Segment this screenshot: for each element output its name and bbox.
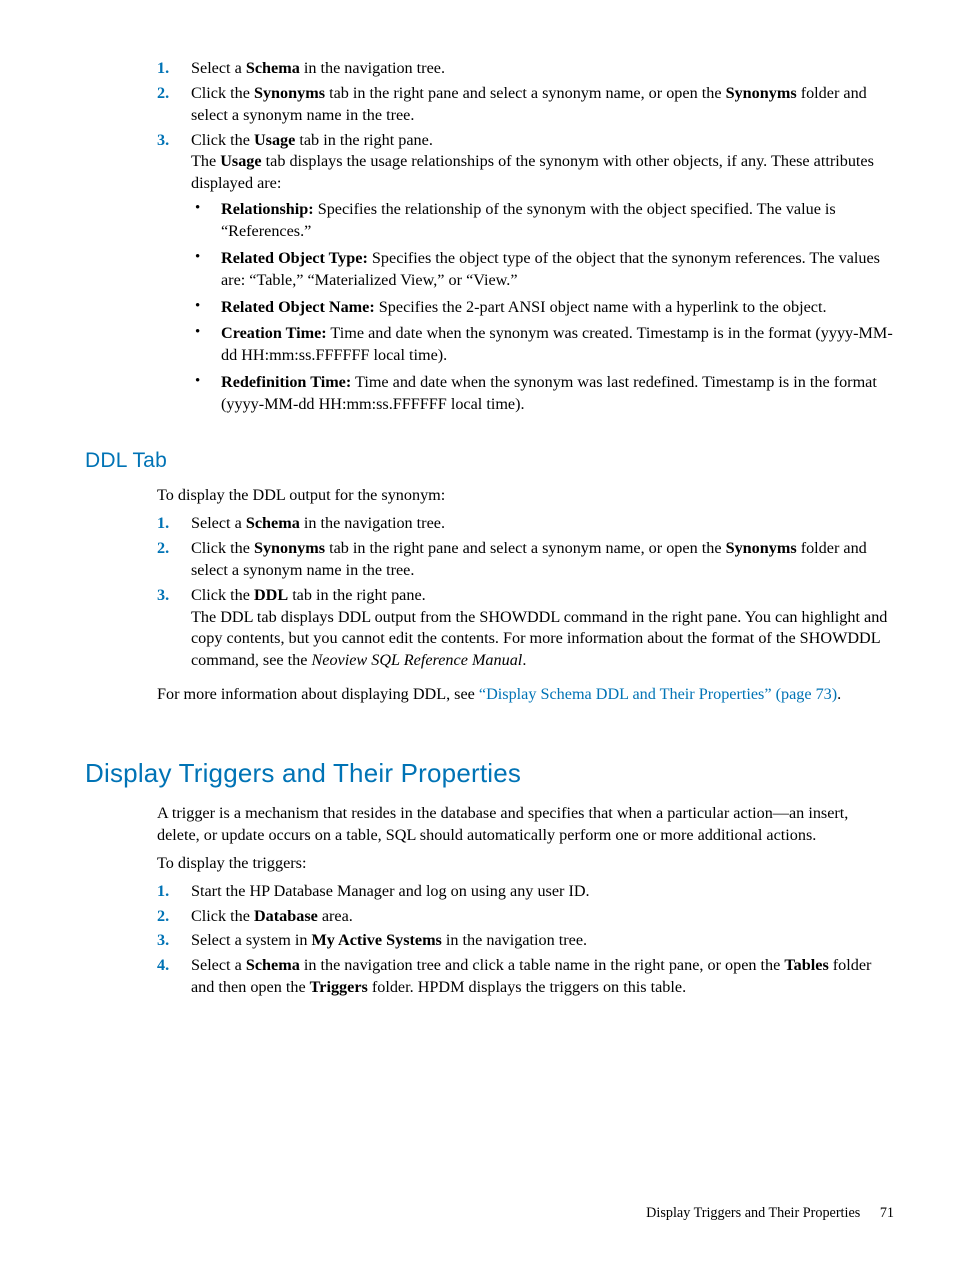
list-item-body: Click the Usage tab in the right pane.Th… [191,130,894,421]
list-item: 1.Select a Schema in the navigation tree… [157,58,894,80]
list-item: 4.Select a Schema in the navigation tree… [157,955,894,999]
list-number: 2. [157,538,191,560]
link-display-schema-ddl[interactable]: “Display Schema DDL and Their Properties… [479,685,837,703]
footer-page-number: 71 [880,1205,894,1221]
bullet-icon: • [191,323,221,343]
bullet-icon: • [191,372,221,392]
list-number: 4. [157,955,191,977]
list-number: 2. [157,83,191,105]
list-number: 2. [157,906,191,928]
list-number: 3. [157,930,191,952]
list-item: 3.Select a system in My Active Systems i… [157,930,894,952]
list-item-body: Select a Schema in the navigation tree. [191,58,894,80]
bullet-icon: • [191,248,221,268]
list-item-body: Click the Database area. [191,906,894,928]
list-number: 3. [157,585,191,607]
list-item: 3.Click the DDL tab in the right pane.Th… [157,585,894,672]
ordered-list-ddl: 1.Select a Schema in the navigation tree… [157,513,894,672]
page-footer: Display Triggers and Their Properties 71 [646,1204,894,1223]
list-item: 3.Click the Usage tab in the right pane.… [157,130,894,421]
list-item-body: Click the Synonyms tab in the right pane… [191,538,894,582]
footer-title: Display Triggers and Their Properties [646,1205,860,1221]
list-item-body: Select a system in My Active Systems in … [191,930,894,952]
list-item-body: Start the HP Database Manager and log on… [191,881,894,903]
ordered-list-triggers: 1.Start the HP Database Manager and log … [157,881,894,999]
list-number: 3. [157,130,191,152]
bullet-icon: • [191,199,221,219]
list-item-body: Click the Synonyms tab in the right pane… [191,83,894,127]
bullet-item: •Creation Time: Time and date when the s… [191,323,894,367]
bullet-list: •Relationship: Specifies the relationshi… [191,199,894,416]
list-item: 2.Click the Synonyms tab in the right pa… [157,538,894,582]
ordered-list-usage: 1.Select a Schema in the navigation tree… [157,58,894,421]
text-outro-before: For more information about displaying DD… [157,685,479,703]
bullet-item: •Related Object Name: Specifies the 2-pa… [191,297,894,319]
bullet-item: •Redefinition Time: Time and date when t… [191,372,894,416]
heading-display-triggers: Display Triggers and Their Properties [85,756,894,791]
bullet-icon: • [191,297,221,317]
list-number: 1. [157,58,191,80]
list-number: 1. [157,881,191,903]
paragraph-ddl-intro: To display the DDL output for the synony… [157,485,894,507]
list-number: 1. [157,513,191,535]
list-item: 2.Click the Synonyms tab in the right pa… [157,83,894,127]
list-item-body: Select a Schema in the navigation tree. [191,513,894,535]
list-item: 1.Start the HP Database Manager and log … [157,881,894,903]
paragraph-triggers-intro: To display the triggers: [157,853,894,875]
text-outro-after: . [837,685,841,703]
paragraph-ddl-outro: For more information about displaying DD… [157,684,894,706]
paragraph-triggers-desc: A trigger is a mechanism that resides in… [157,803,894,847]
list-item-body: Click the DDL tab in the right pane.The … [191,585,894,672]
heading-ddl-tab: DDL Tab [85,447,894,475]
bullet-item: •Relationship: Specifies the relationshi… [191,199,894,243]
list-item: 1.Select a Schema in the navigation tree… [157,513,894,535]
document-page: 1.Select a Schema in the navigation tree… [0,0,954,1271]
bullet-item: •Related Object Type: Specifies the obje… [191,248,894,292]
list-item: 2.Click the Database area. [157,906,894,928]
list-item-body: Select a Schema in the navigation tree a… [191,955,894,999]
